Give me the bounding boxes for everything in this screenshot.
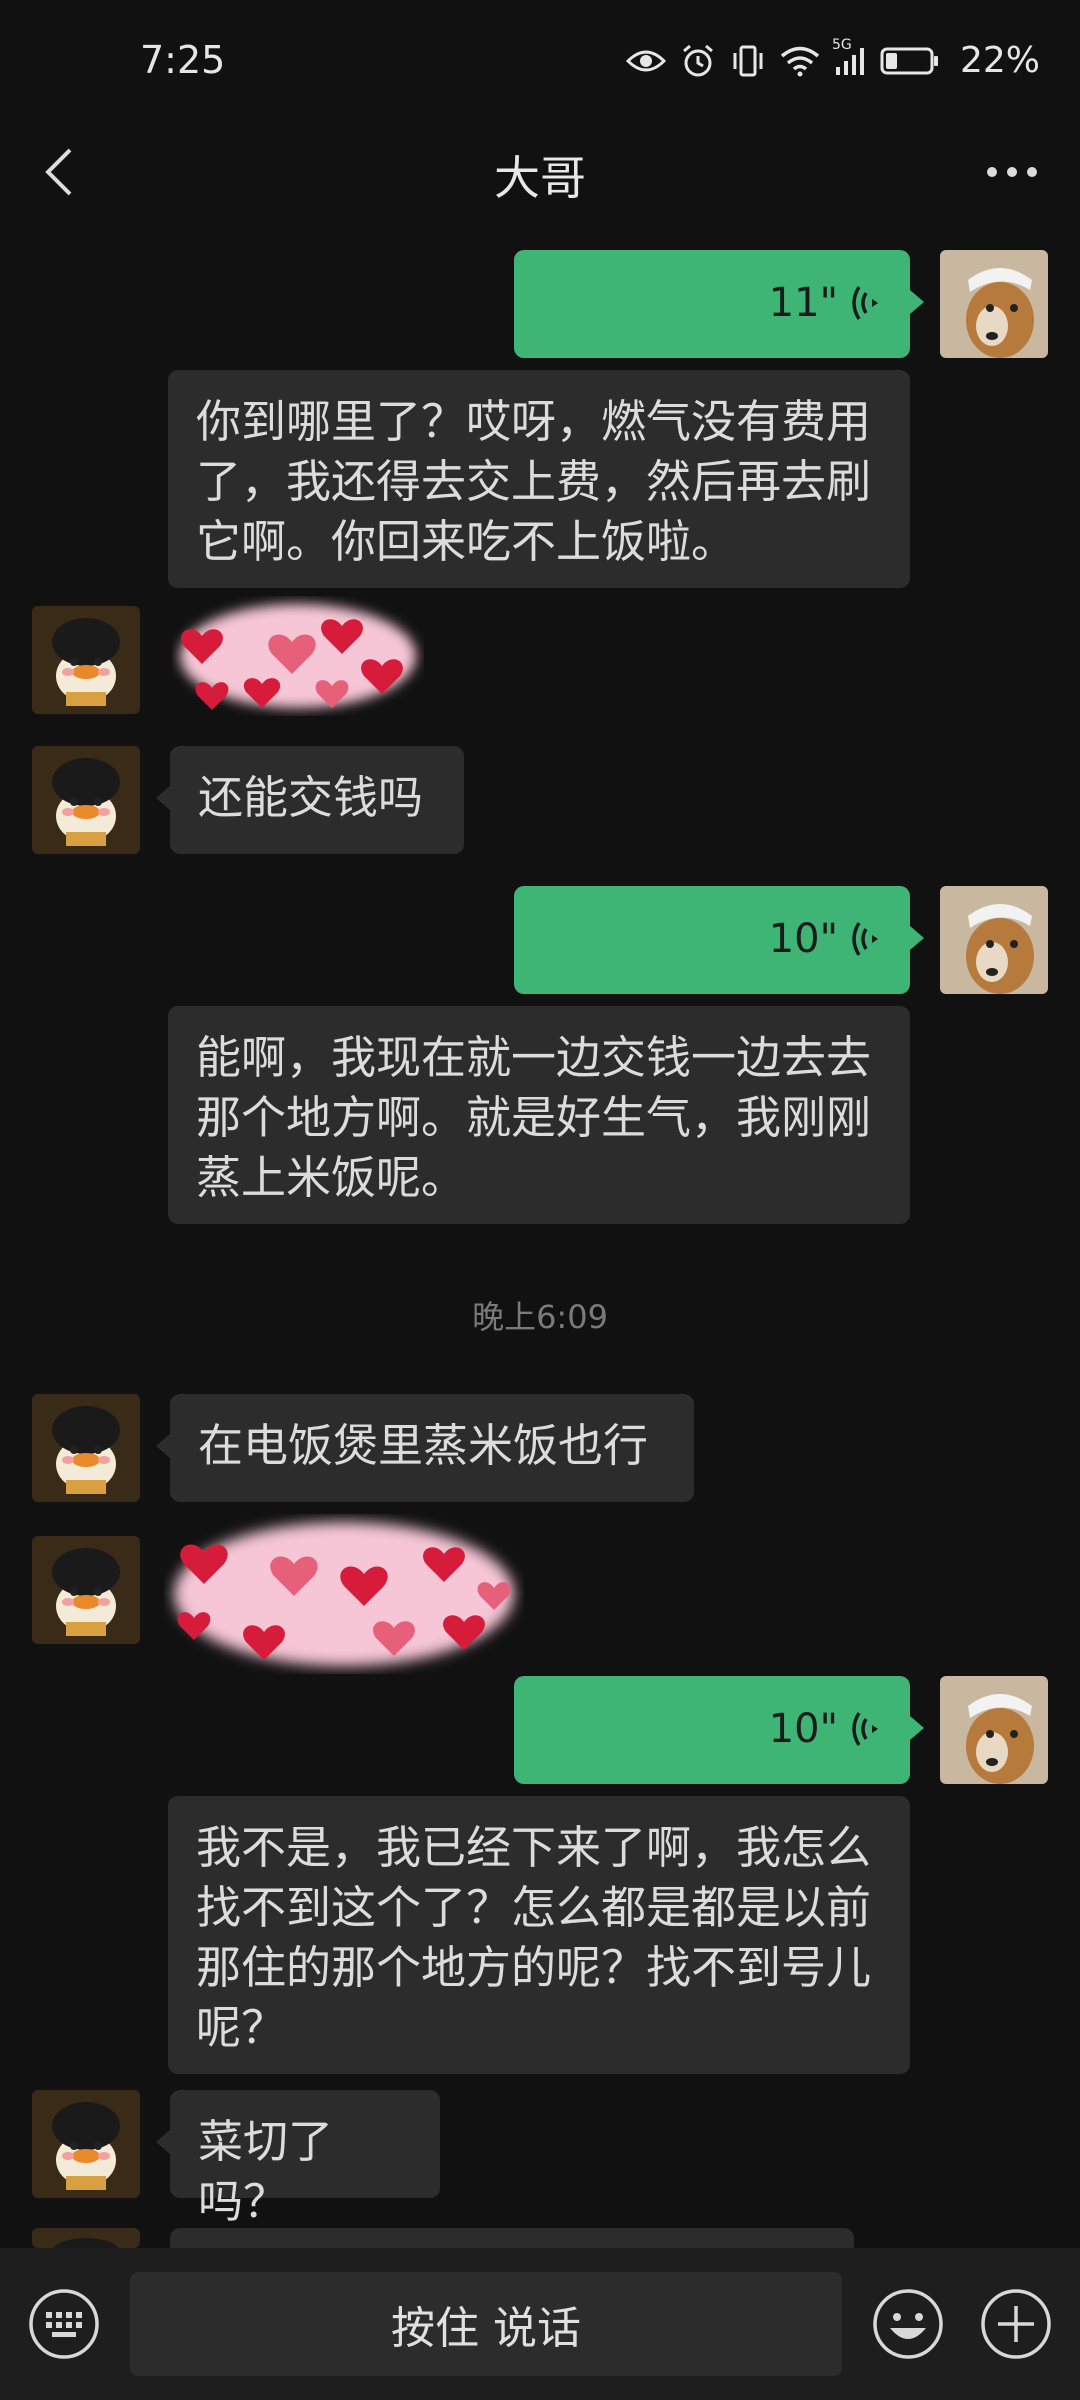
network-type: 5G [831, 36, 852, 53]
vibrate-icon [730, 43, 766, 79]
more-functions-button[interactable] [980, 2288, 1052, 2360]
hold-to-talk-button[interactable]: 按住 说话 [130, 2272, 842, 2376]
voice-wave-icon [852, 1712, 878, 1746]
message-text: 在电饭煲里蒸米饭也行 [198, 1419, 649, 1472]
transcript-text: 能啊，我现在就一边交钱一边去去那个地方啊。就是好生气，我刚刚蒸上米饭呢。 [196, 1031, 872, 1204]
signal-icon: 5G [832, 37, 866, 77]
battery-percent: 22% [959, 40, 1040, 81]
my-avatar[interactable] [940, 250, 1048, 358]
voice-duration: 10" [768, 916, 838, 962]
status-icons: 5G 22% [625, 37, 1040, 81]
voice-duration: 11" [768, 280, 838, 326]
text-message[interactable]: 在电饭煲里蒸米饭也行 [156, 1394, 694, 1502]
contact-avatar[interactable] [32, 1394, 140, 1502]
message-text: 菜切了吗？ [198, 2115, 334, 2228]
contact-avatar[interactable] [32, 1536, 140, 1644]
more-dots-icon [987, 167, 1037, 177]
chat-title: 大哥 [494, 151, 586, 205]
alarm-icon [680, 43, 716, 79]
contact-avatar[interactable] [32, 2090, 140, 2198]
my-avatar[interactable] [940, 886, 1048, 994]
more-button[interactable] [982, 150, 1042, 194]
timestamp: 晚上6:09 [472, 1298, 608, 1336]
voice-transcript: 我不是，我已经下来了啊，我怎么找不到这个了？怎么都是都是以前那住的那个地方的呢？… [168, 1796, 910, 2074]
emoji-icon [873, 2289, 943, 2359]
voice-wave-icon [852, 286, 878, 320]
keyboard-button[interactable] [28, 2288, 100, 2360]
text-message[interactable]: 菜切了吗？ [156, 2090, 440, 2228]
my-avatar[interactable] [940, 1676, 1048, 1784]
voice-message[interactable]: 11" [514, 250, 924, 358]
voice-transcript: 你到哪里了？哎呀，燃气没有费用了，我还得去交上费，然后再去刷它啊。你回来吃不上饭… [168, 370, 910, 588]
battery-icon [880, 46, 940, 76]
contact-avatar[interactable] [32, 746, 140, 854]
hearts-sticker[interactable] [172, 596, 424, 716]
text-message[interactable]: 还能交钱吗 [156, 746, 464, 854]
contact-avatar[interactable] [32, 2228, 140, 2248]
transcript-text: 你到哪里了？哎呀，燃气没有费用了，我还得去交上费，然后再去刷它啊。你回来吃不上饭… [196, 395, 872, 568]
eye-icon [625, 47, 666, 75]
voice-message[interactable]: 10" [514, 1676, 924, 1784]
plus-icon [981, 2289, 1051, 2359]
hearts-sticker[interactable] [164, 1514, 524, 1674]
keyboard-icon [29, 2289, 99, 2359]
voice-duration: 10" [768, 1706, 838, 1752]
hold-to-talk-label: 按住 说话 [391, 2303, 581, 2354]
contact-avatar[interactable] [32, 606, 140, 714]
voice-message[interactable]: 10" [514, 886, 924, 994]
message-text: 还能交钱吗 [198, 771, 424, 824]
status-time: 7:25 [140, 38, 226, 82]
wifi-icon [780, 45, 820, 77]
voice-transcript: 能啊，我现在就一边交钱一边去去那个地方啊。就是好生气，我刚刚蒸上米饭呢。 [168, 1006, 910, 1224]
transcript-text: 我不是，我已经下来了啊，我怎么找不到这个了？怎么都是都是以前那住的那个地方的呢？… [196, 1821, 872, 2054]
emoji-button[interactable] [872, 2288, 944, 2360]
voice-wave-icon [852, 922, 878, 956]
text-message[interactable] [170, 2228, 854, 2248]
